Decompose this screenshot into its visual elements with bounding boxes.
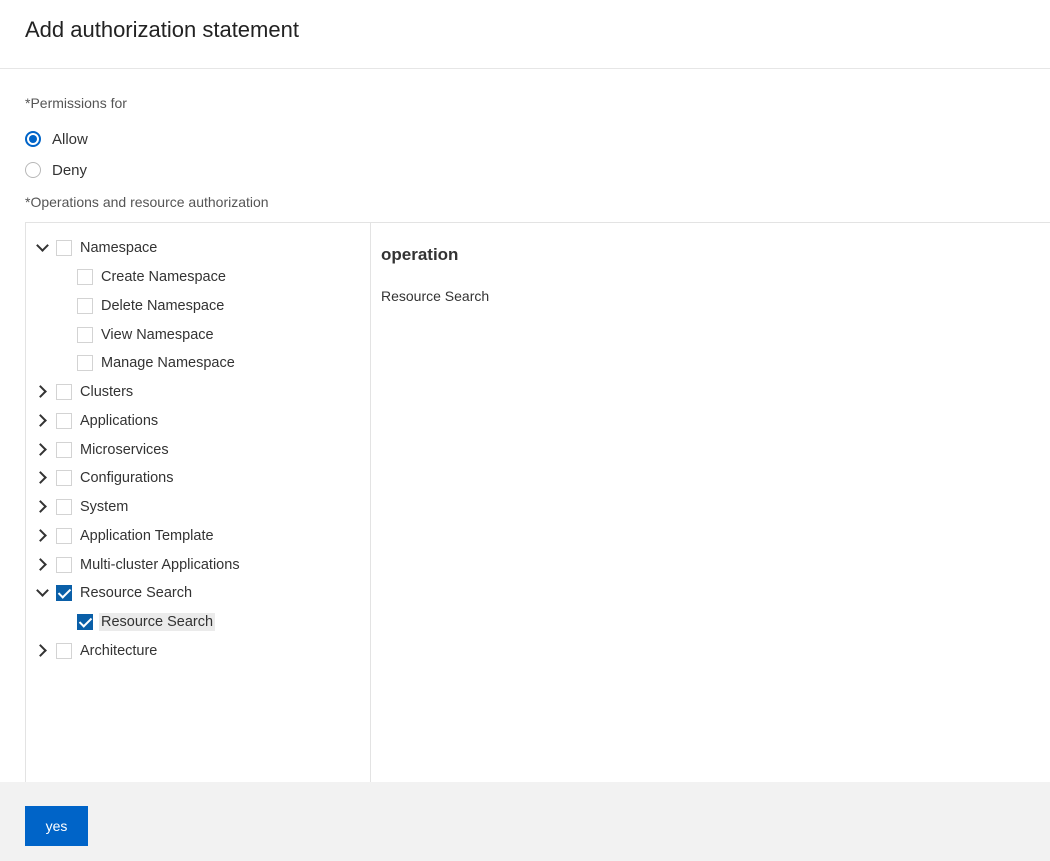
chevron-right-icon[interactable] <box>34 384 50 400</box>
tree-node-label[interactable]: Resource Search <box>99 613 216 631</box>
checkbox-architecture[interactable] <box>56 643 72 659</box>
tree-node-label[interactable]: Microservices <box>78 441 171 459</box>
dialog-footer: yes <box>0 782 1050 861</box>
tree-node-label[interactable]: Multi-cluster Applications <box>78 556 242 574</box>
checkbox-application-template[interactable] <box>56 528 72 544</box>
tree-node-label[interactable]: View Namespace <box>99 326 216 344</box>
tree-node-label[interactable]: Resource Search <box>78 584 194 602</box>
chevron-right-icon[interactable] <box>34 528 50 544</box>
checkbox-namespace[interactable] <box>56 240 72 256</box>
tree-node-applications[interactable]: Applications <box>34 410 160 432</box>
operation-heading: operation <box>381 245 459 264</box>
operation-item: Resource Search <box>381 288 490 304</box>
chevron-down-icon[interactable] <box>34 585 50 601</box>
checkbox-resource-search[interactable] <box>56 585 72 601</box>
tree-node-label[interactable]: Clusters <box>78 383 135 401</box>
permissions-label: *Permissions for <box>25 95 127 111</box>
tree-node-architecture[interactable]: Architecture <box>34 640 159 662</box>
checkbox-create-namespace[interactable] <box>77 269 93 285</box>
radio-deny-circle[interactable] <box>25 162 41 178</box>
tree-node-label[interactable]: Create Namespace <box>99 268 228 286</box>
checkbox-resource-search-child[interactable] <box>77 614 93 630</box>
tree-node-delete-namespace[interactable]: Delete Namespace <box>77 295 226 317</box>
chevron-right-icon[interactable] <box>34 413 50 429</box>
operation-detail-panel: operation Resource Search <box>370 222 1050 782</box>
tree-node-application-template[interactable]: Application Template <box>34 525 216 547</box>
tree-node-label[interactable]: Applications <box>78 412 160 430</box>
checkbox-applications[interactable] <box>56 413 72 429</box>
chevron-right-icon[interactable] <box>34 442 50 458</box>
tree-node-label[interactable]: Application Template <box>78 527 216 545</box>
chevron-right-icon[interactable] <box>34 643 50 659</box>
tree-node-configurations[interactable]: Configurations <box>34 467 176 489</box>
tree-node-resource-search-child[interactable]: Resource Search <box>77 611 216 633</box>
tree-node-label[interactable]: Manage Namespace <box>99 354 237 372</box>
dialog-title: Add authorization statement <box>25 17 299 42</box>
tree-node-label[interactable]: Namespace <box>78 239 159 257</box>
dialog-header: Add authorization statement <box>0 0 1050 69</box>
tree-node-namespace[interactable]: Namespace <box>34 237 159 259</box>
tree-node-manage-namespace[interactable]: Manage Namespace <box>77 352 237 374</box>
chevron-right-icon[interactable] <box>34 470 50 486</box>
tree-node-label[interactable]: Architecture <box>78 642 159 660</box>
checkbox-multi-cluster-applications[interactable] <box>56 557 72 573</box>
radio-deny[interactable]: Deny <box>25 160 87 180</box>
checkbox-clusters[interactable] <box>56 384 72 400</box>
radio-allow[interactable]: Allow <box>25 129 88 149</box>
yes-button[interactable]: yes <box>25 806 88 846</box>
tree-node-system[interactable]: System <box>34 496 130 518</box>
checkbox-delete-namespace[interactable] <box>77 298 93 314</box>
checkbox-system[interactable] <box>56 499 72 515</box>
radio-allow-label: Allow <box>52 130 88 148</box>
radio-deny-label: Deny <box>52 161 88 179</box>
checkbox-view-namespace[interactable] <box>77 327 93 343</box>
chevron-right-icon[interactable] <box>34 499 50 515</box>
checkbox-configurations[interactable] <box>56 470 72 486</box>
tree-node-resource-search[interactable]: Resource Search <box>34 582 194 604</box>
tree-node-microservices[interactable]: Microservices <box>34 439 171 461</box>
tree-node-label[interactable]: System <box>78 498 130 516</box>
operations-label: *Operations and resource authorization <box>25 194 269 210</box>
tree-node-create-namespace[interactable]: Create Namespace <box>77 266 228 288</box>
tree-node-label[interactable]: Configurations <box>78 469 176 487</box>
permission-tree: Namespace Create Namespace Delete Namesp… <box>25 222 371 782</box>
chevron-down-icon[interactable] <box>34 240 50 256</box>
tree-node-label[interactable]: Delete Namespace <box>99 297 226 315</box>
chevron-right-icon[interactable] <box>34 557 50 573</box>
tree-node-multi-cluster-applications[interactable]: Multi-cluster Applications <box>34 554 242 576</box>
tree-node-clusters[interactable]: Clusters <box>34 381 135 403</box>
radio-allow-circle[interactable] <box>25 131 41 147</box>
tree-node-view-namespace[interactable]: View Namespace <box>77 324 216 346</box>
checkbox-microservices[interactable] <box>56 442 72 458</box>
checkbox-manage-namespace[interactable] <box>77 355 93 371</box>
